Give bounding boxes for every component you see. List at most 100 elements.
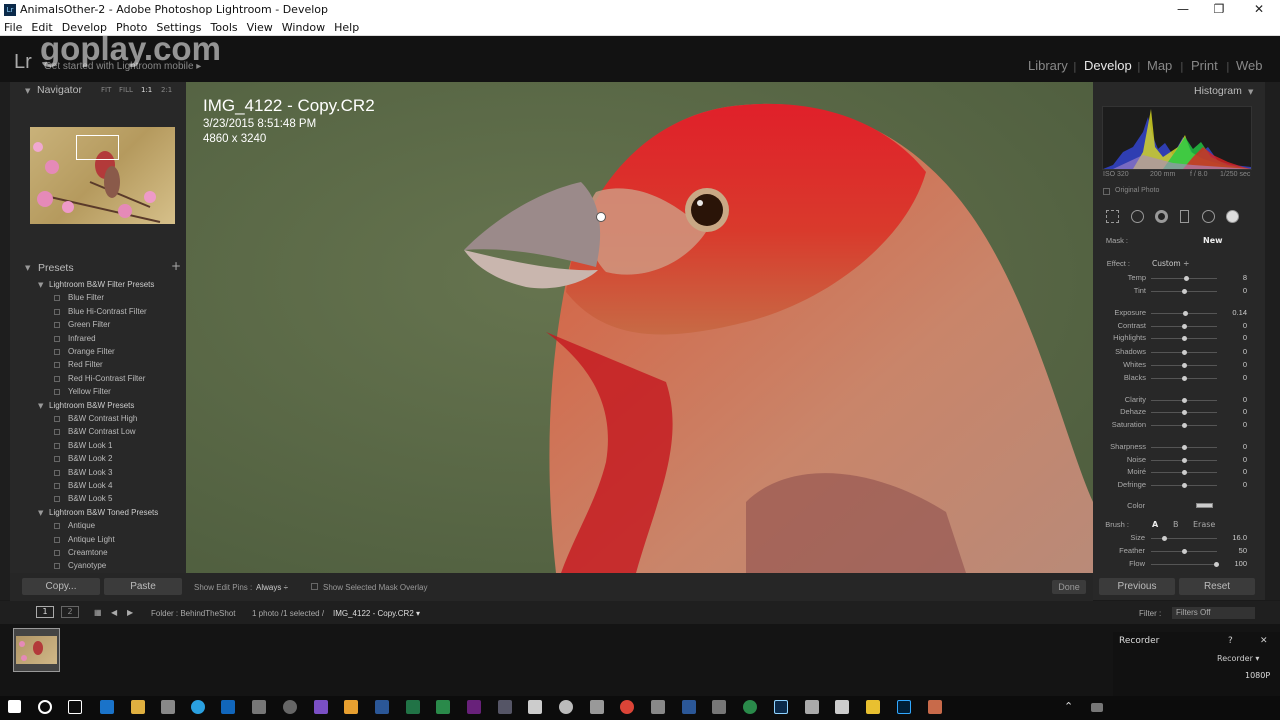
graduated-filter-icon[interactable]: [1180, 210, 1189, 223]
menu-view[interactable]: View: [247, 21, 273, 34]
preset-item[interactable]: B&W Look 4: [68, 481, 112, 490]
slider-value[interactable]: 0: [1217, 333, 1247, 342]
outlook-icon[interactable]: [221, 700, 235, 714]
zoom-1-1[interactable]: 1:1: [141, 86, 152, 94]
preset-item[interactable]: Blue Hi-Contrast Filter: [68, 307, 147, 316]
slider-value[interactable]: 0: [1217, 420, 1247, 429]
secondary-window-button[interactable]: 2: [61, 606, 79, 618]
slider-thumb[interactable]: [1182, 350, 1187, 355]
taskbar-app-icon[interactable]: [161, 700, 175, 714]
mask-overlay-checkbox[interactable]: [311, 583, 318, 590]
slider-thumb[interactable]: [1182, 410, 1187, 415]
taskbar-app-5-icon[interactable]: [805, 700, 819, 714]
preset-item[interactable]: Red Filter: [68, 360, 103, 369]
slider-thumb[interactable]: [1182, 483, 1187, 488]
zoom-fit[interactable]: FIT: [101, 86, 111, 94]
folder-icon[interactable]: [344, 700, 358, 714]
word-2-icon[interactable]: [682, 700, 696, 714]
preset-item[interactable]: Green Filter: [68, 320, 110, 329]
close-button[interactable]: ✕: [1240, 0, 1278, 19]
presets-title[interactable]: Presets: [38, 262, 74, 274]
brush-slider-track[interactable]: [1151, 538, 1217, 539]
mask-new-button[interactable]: New: [1203, 236, 1223, 245]
task-view-icon[interactable]: [68, 700, 82, 714]
menu-window[interactable]: Window: [282, 21, 325, 34]
visual-studio-icon[interactable]: [314, 700, 328, 714]
preset-item[interactable]: Orange Filter: [68, 347, 115, 356]
previous-button[interactable]: Previous: [1099, 578, 1175, 595]
slider-value[interactable]: 0: [1217, 442, 1247, 451]
windows-start-icon[interactable]: [8, 700, 21, 713]
left-panel-edge[interactable]: [0, 82, 10, 600]
add-preset-icon[interactable]: +: [171, 259, 181, 273]
histogram[interactable]: [1102, 106, 1252, 170]
preset-item[interactable]: Antique Light: [68, 535, 115, 544]
preset-item[interactable]: B&W Look 2: [68, 454, 112, 463]
filmstrip-source[interactable]: Folder : BehindTheShot: [151, 609, 236, 618]
search-icon[interactable]: [38, 700, 52, 714]
reset-button[interactable]: Reset: [1179, 578, 1255, 595]
back-arrow-icon[interactable]: ◀: [111, 608, 117, 617]
slider-value[interactable]: 8: [1217, 273, 1247, 282]
preset-item[interactable]: Cyanotype: [68, 561, 106, 570]
slider-thumb[interactable]: [1182, 336, 1187, 341]
slider-thumb[interactable]: [1182, 423, 1187, 428]
brush-slider-track[interactable]: [1151, 564, 1217, 565]
slider-value[interactable]: 0: [1217, 467, 1247, 476]
collapse-triangle-icon[interactable]: ▼: [1248, 88, 1253, 96]
taskbar-app-7-icon[interactable]: [866, 700, 880, 714]
grid-view-icon[interactable]: ▦: [94, 608, 102, 617]
slider-thumb[interactable]: [1182, 289, 1187, 294]
brush-erase-tab[interactable]: Erase: [1193, 520, 1215, 529]
minimize-button[interactable]: —: [1164, 0, 1202, 19]
word-icon[interactable]: [375, 700, 389, 714]
preset-item[interactable]: B&W Look 1: [68, 441, 112, 450]
slider-thumb[interactable]: [1182, 398, 1187, 403]
skype-icon[interactable]: [191, 700, 205, 714]
file-explorer-icon[interactable]: [131, 700, 145, 714]
preset-item[interactable]: B&W Look 3: [68, 468, 112, 477]
slider-thumb[interactable]: [1182, 363, 1187, 368]
preset-group[interactable]: Lightroom B&W Presets: [49, 401, 134, 410]
taskbar-app-6-icon[interactable]: [835, 700, 849, 714]
store-icon[interactable]: [528, 700, 542, 714]
slider-value[interactable]: 0: [1217, 395, 1247, 404]
taskbar-app-3-icon[interactable]: [651, 700, 665, 714]
histogram-title[interactable]: Histogram: [1194, 85, 1242, 97]
preset-group[interactable]: Lightroom B&W Toned Presets: [49, 508, 158, 517]
battery-icon[interactable]: [1091, 703, 1103, 712]
preset-item[interactable]: Antique: [68, 521, 95, 530]
collapse-triangle-icon[interactable]: ▼: [38, 509, 43, 517]
color-swatch[interactable]: [1196, 503, 1213, 508]
settings-gear-icon[interactable]: [559, 700, 573, 714]
calculator-icon[interactable]: [590, 700, 604, 714]
preset-item[interactable]: Creamtone: [68, 548, 108, 557]
original-photo-checkbox[interactable]: [1103, 188, 1110, 195]
menu-file[interactable]: File: [4, 21, 22, 34]
collapse-triangle-icon[interactable]: ▼: [25, 87, 30, 95]
preset-item[interactable]: Red Hi-Contrast Filter: [68, 374, 145, 383]
filter-select[interactable]: Filters Off: [1172, 607, 1255, 619]
preset-item[interactable]: Infrared: [68, 334, 96, 343]
preset-item[interactable]: B&W Contrast Low: [68, 427, 136, 436]
navigator-title[interactable]: Navigator: [37, 84, 82, 96]
paste-settings-button[interactable]: Paste: [104, 578, 182, 595]
taskbar-app-2-icon[interactable]: [498, 700, 512, 714]
red-eye-icon[interactable]: [1155, 210, 1168, 223]
filmstrip-current-file[interactable]: IMG_4122 - Copy.CR2 ▾: [333, 609, 420, 618]
brush-slider-value[interactable]: 100: [1217, 559, 1247, 568]
zoom-2-1[interactable]: 2:1: [161, 86, 172, 94]
taskbar-app-8-icon[interactable]: [928, 700, 942, 714]
radial-filter-icon[interactable]: [1202, 210, 1215, 223]
slider-value[interactable]: 0: [1217, 455, 1247, 464]
chrome-icon[interactable]: [620, 700, 634, 714]
slider-thumb[interactable]: [1183, 276, 1189, 281]
brush-a-tab[interactable]: A: [1152, 520, 1158, 529]
recorder-help-icon[interactable]: ?: [1228, 636, 1233, 646]
preset-group[interactable]: Lightroom B&W Filter Presets: [49, 280, 154, 289]
brush-slider-thumb[interactable]: [1182, 549, 1187, 554]
navigator-view-rectangle[interactable]: [76, 135, 119, 160]
preset-item[interactable]: Yellow Filter: [68, 387, 111, 396]
done-button[interactable]: Done: [1052, 580, 1086, 594]
module-map[interactable]: Map: [1147, 58, 1172, 73]
